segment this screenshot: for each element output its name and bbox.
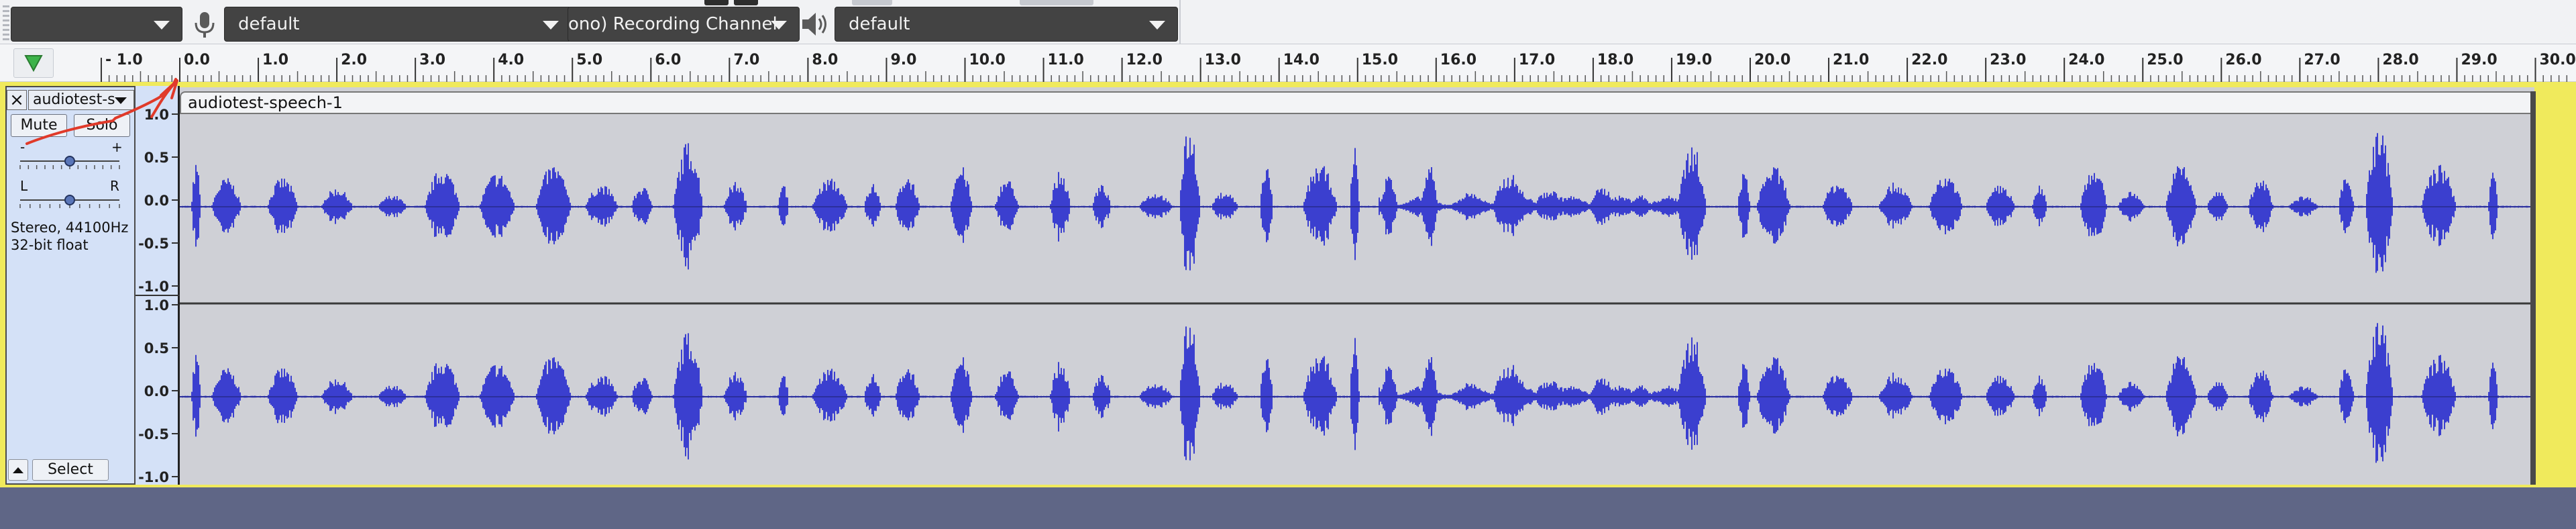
ruler-tick-label: 30.0 [2540,52,2576,68]
ruler-tick-label: 5.0 [576,52,602,68]
pan-left-label: L [20,180,28,194]
track-name-label: audiotest-s [33,91,115,108]
track-close-button[interactable]: × [7,90,27,110]
select-track-button[interactable]: Select [32,459,109,481]
waveform[interactable] [180,114,2530,485]
chevron-down-icon [1149,21,1165,30]
toolbar-stub [734,0,758,5]
pan-slider-thumb[interactable] [64,195,75,205]
amplitude-tick-label: 0.0 [144,383,169,399]
amplitude-tick-label: 1.0 [144,297,169,314]
amplitude-tick-label: 1.0 [144,107,169,123]
ruler-tick-label: 24.0 [2068,52,2104,68]
ruler-tick-label: 4.0 [498,52,524,68]
ruler-tick-label: 16.0 [1440,52,1477,68]
toolbar-divider [1179,0,1181,44]
chevron-down-icon [115,97,127,104]
gain-minus-label: - [20,141,25,155]
ruler-tick-label: 0.0 [184,52,210,68]
gain-slider-thumb[interactable] [64,156,75,166]
speaker-icon [797,7,833,42]
ruler-tick-label: 17.0 [1519,52,1555,68]
ruler-tick-label: 15.0 [1362,52,1398,68]
ruler-tick-label: 1.0 [262,52,288,68]
track-format-info: Stereo, 44100Hz 32-bit float [11,219,136,254]
waveform-channel-right [180,323,2530,463]
play-head-triangle-icon [24,55,43,73]
playback-device-combo[interactable]: default [835,7,1178,42]
recording-channels-value: ono) Recording Channel [568,14,777,34]
amplitude-tick-label: -1.0 [138,469,169,485]
gain-slider[interactable]: - + [16,141,123,176]
toolbar-stub [704,0,729,5]
playback-device-value: default [849,14,910,34]
ruler-tick-label: 7.0 [733,52,759,68]
track-name-menu[interactable]: audiotest-s [28,90,134,110]
ruler-tick-label: 10.0 [969,52,1006,68]
ruler-tick-label: 2.0 [341,52,367,68]
ruler-tick-label: 23.0 [1990,52,2026,68]
pan-slider[interactable]: L R [16,180,123,215]
ruler-scale: - 1.0 0.0 1.0 2.0 3.0 4.0 5.0 6.0 7.0 8.0 9.0 10.0 1… [100,52,2576,82]
microphone-icon [186,7,223,42]
ruler-tick-label: 13.0 [1205,52,1241,68]
amplitude-tick-label: 0.5 [144,340,169,356]
recording-channels-combo[interactable]: ono) Recording Channel [568,7,800,42]
recording-device-combo[interactable]: default [224,7,572,42]
amplitude-tick-label: -1.0 [138,279,169,295]
waveform-channel-left [180,133,2530,273]
chevron-down-icon [543,21,559,30]
ruler-tick-label: 22.0 [1911,52,1947,68]
ruler-tick-label: 20.0 [1754,52,1790,68]
mute-button[interactable]: Mute [11,114,67,137]
amplitude-tick-label: -0.5 [138,426,169,442]
ruler-tick-label: 18.0 [1597,52,1633,68]
ruler-tick-label: 21.0 [1833,52,1869,68]
toolbar-grip[interactable] [3,5,9,42]
ruler-tick-label: 8.0 [812,52,838,68]
amplitude-tick-label: 0.5 [144,150,169,166]
device-toolbar: default ono) Recording Channel default [0,0,2576,44]
ruler-tick-label: 9.0 [890,52,916,68]
collapse-up-icon [13,467,23,473]
amplitude-tick-label: -0.5 [138,236,169,252]
amplitude-scale: 1.0 0.5 0.0 -0.5 -1.0 1.0 0.5 0.0 -0.5 -1.0 [136,107,180,485]
collapse-track-button[interactable] [8,459,28,481]
chevron-down-icon [154,21,170,30]
ruler-tick-label: 12.0 [1126,52,1163,68]
ruler-tick-label: - 1.0 [105,52,143,68]
ruler-tick-label: 26.0 [2225,52,2261,68]
ruler-tick-label: 14.0 [1283,52,1320,68]
ruler-tick-label: 28.0 [2382,52,2418,68]
clip-edge [2530,91,2536,485]
track-format-line1: Stereo, 44100Hz [11,220,129,236]
audio-host-combo[interactable] [11,7,182,42]
toolbar-stub [852,0,892,5]
play-at-speed-button[interactable] [13,48,54,78]
clip-title-bar[interactable]: audiotest-speech-1 [180,91,2534,114]
ruler-tick-label: 25.0 [2147,52,2183,68]
chevron-down-icon [771,21,787,30]
toolbar-stub [1020,0,1093,5]
clip-name: audiotest-speech-1 [188,93,343,112]
pan-right-label: R [110,180,119,194]
amplitude-tick-label: 0.0 [144,193,169,209]
empty-track-area[interactable] [0,487,2576,529]
track-format-line2: 32-bit float [11,237,89,253]
gain-plus-label: + [111,141,123,155]
ruler-tick-label: 19.0 [1676,52,1712,68]
ruler-tick-label: 3.0 [419,52,445,68]
ruler-tick-label: 27.0 [2304,52,2340,68]
recording-device-value: default [238,14,300,34]
vertical-amplitude-ruler[interactable]: 1.0 0.5 0.0 -0.5 -1.0 1.0 0.5 0.0 -0.5 -1.0 [136,86,180,485]
timeline-ruler[interactable]: - 1.0 0.0 1.0 2.0 3.0 4.0 5.0 6.0 7.0 8.0 9.0 10.0 1… [0,44,2576,82]
solo-button[interactable]: Solo [74,114,130,137]
ruler-tick-label: 11.0 [1048,52,1084,68]
ruler-tick-label: 29.0 [2461,52,2497,68]
ruler-tick-label: 6.0 [655,52,681,68]
